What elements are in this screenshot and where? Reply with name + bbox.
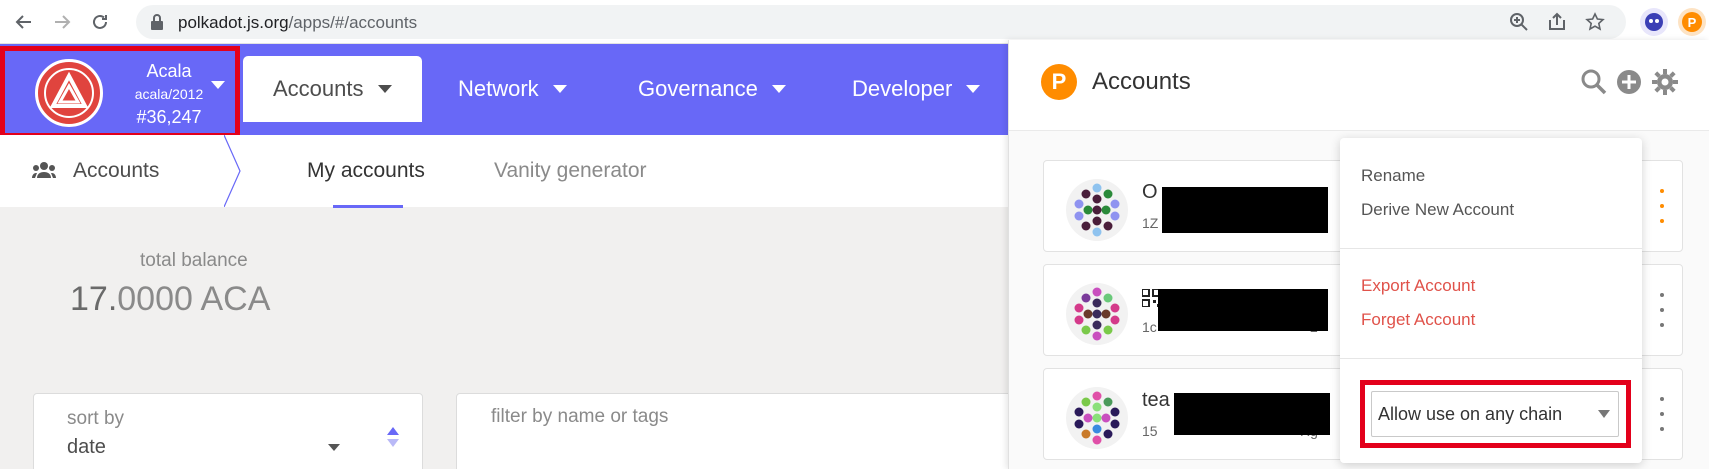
chevron-down-icon [377,85,392,93]
forward-icon[interactable] [48,8,76,36]
menu-governance-label: Governance [638,76,758,101]
account-identicon [1066,179,1128,241]
acala-logo [35,59,103,127]
menu-accounts-label: Accounts [273,76,364,101]
balance-decimals: 0000 [117,280,193,318]
gear-icon[interactable] [1651,68,1679,96]
menu-divider [1340,248,1642,249]
extension-icon[interactable] [1640,8,1668,36]
menu-developer-label: Developer [852,76,953,101]
breadcrumb-divider [224,135,241,207]
back-icon[interactable] [10,8,38,36]
popup-title: Accounts [1092,68,1191,95]
block-number: #36,247 [136,107,202,127]
address-bar[interactable]: polkadot.js.org/apps/#/accounts [136,5,1626,39]
zoom-icon[interactable] [1508,11,1530,33]
sort-order-icon[interactable] [386,426,400,448]
menu-network-label: Network [458,76,539,101]
account-name: tea [1142,389,1170,411]
svg-text:P: P [1688,15,1697,30]
account-menu-button[interactable] [1659,293,1665,327]
polkadot-logo: P [1041,64,1077,100]
filter-input[interactable]: filter by name or tags [456,393,1016,469]
reload-icon[interactable] [86,8,114,36]
account-address: 1c [1142,319,1157,335]
chevron-down-icon [328,444,340,451]
active-tab-indicator [333,205,403,208]
chain-name: Acala [146,61,192,81]
tab-vanity-generator[interactable]: Vanity generator [494,159,647,183]
sort-dropdown[interactable]: sort by date [33,393,423,469]
account-menu-button[interactable] [1659,397,1665,431]
chevron-down-icon [966,85,981,93]
highlight-box: Allow use on any chain [1360,380,1631,448]
balance-value: 17.0000 ACA [70,280,270,319]
menu-item-derive-account[interactable]: Derive New Account [1361,200,1514,220]
menu-accounts[interactable]: Accounts [243,56,422,122]
section-title: Accounts [73,159,160,182]
menu-item-rename[interactable]: Rename [1361,166,1425,186]
menu-item-export-account[interactable]: Export Account [1361,276,1475,296]
browser-toolbar: polkadot.js.org/apps/#/accounts P [0,0,1709,44]
share-icon[interactable] [1546,11,1568,33]
sort-value: date [67,436,106,458]
chain-selector[interactable]: Acala acala/2012 #36,247 [0,46,240,138]
menu-item-forget-account[interactable]: Forget Account [1361,310,1475,330]
menu-network[interactable]: Network [458,56,567,122]
menu-divider [1340,358,1642,359]
sort-label: sort by [67,408,125,429]
add-account-icon[interactable] [1615,68,1643,96]
chain-restriction-value: Allow use on any chain [1378,403,1563,424]
polkadot-extension-icon[interactable]: P [1678,8,1706,36]
chevron-down-icon [771,85,786,93]
chevron-down-icon [552,85,567,93]
account-menu-button[interactable] [1659,189,1665,223]
account-context-menu: Rename Derive New Account Export Account… [1340,138,1642,463]
menu-developer[interactable]: Developer [852,56,981,122]
chain-restriction-select[interactable]: Allow use on any chain [1371,391,1619,437]
chevron-down-icon [211,81,225,89]
lock-icon [150,13,164,36]
popup-header: P Accounts [1009,40,1709,131]
bookmark-star-icon[interactable] [1584,11,1606,33]
subnav: Accounts My accounts Vanity generator [0,135,1012,207]
redaction-block [1158,289,1328,331]
users-icon [32,161,56,184]
account-identicon [1066,387,1128,449]
url-text: polkadot.js.org/apps/#/accounts [178,13,418,32]
balance-integer: 17. [70,280,118,318]
chain-spec: acala/2012 [134,86,204,102]
redaction-block [1174,393,1330,435]
account-address: 15 [1142,423,1158,439]
balance-unit: ACA [192,280,271,318]
account-identicon [1066,283,1128,345]
account-name: O [1142,181,1158,203]
redaction-block [1162,187,1328,233]
balance-label: total balance [140,250,248,271]
search-icon[interactable] [1580,68,1608,96]
filter-placeholder: filter by name or tags [491,406,669,427]
menu-governance[interactable]: Governance [638,56,786,122]
account-address: 1Z [1142,215,1159,231]
tab-my-accounts[interactable]: My accounts [307,159,425,183]
chevron-down-icon [1598,410,1610,418]
